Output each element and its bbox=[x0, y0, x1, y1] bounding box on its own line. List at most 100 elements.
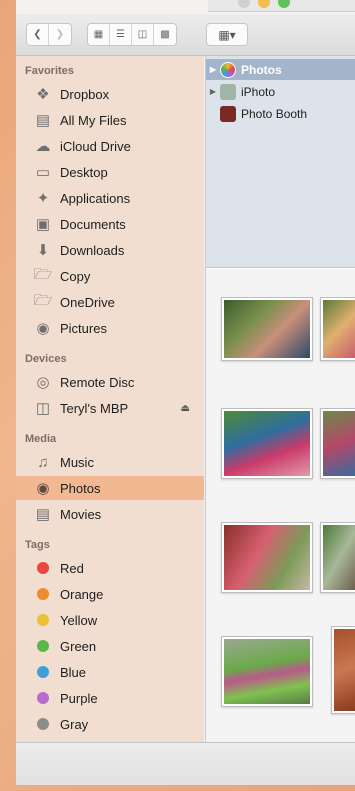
sidebar-item-label: Documents bbox=[60, 216, 126, 232]
browser-row-label: Photo Booth bbox=[241, 106, 308, 121]
list-view-icon[interactable]: ☰ bbox=[110, 24, 132, 45]
sidebar-item-label: Music bbox=[60, 454, 94, 470]
photo-thumbnail[interactable] bbox=[320, 522, 355, 593]
sidebar-item-label: Orange bbox=[60, 586, 104, 602]
sidebar-item-label: Pictures bbox=[60, 320, 107, 336]
browser-row-iphoto[interactable]: ▶ iPhoto bbox=[206, 81, 355, 102]
purple-tag-icon bbox=[37, 692, 49, 704]
photo-thumbnail[interactable] bbox=[331, 626, 355, 714]
sidebar-item-applications[interactable]: ✦ Applications bbox=[16, 186, 204, 210]
arrange-icon: ▦▾ bbox=[218, 27, 236, 42]
sidebar-item-label: Red bbox=[60, 560, 84, 576]
sidebar-item-desktop[interactable]: ▭ Desktop bbox=[16, 160, 204, 184]
content-pane: ▶ Photos ▶ iPhoto Photo Booth bbox=[205, 56, 355, 742]
background-window-titlebar bbox=[208, 0, 355, 12]
devices-header: Devices bbox=[25, 353, 67, 365]
blue-tag-icon bbox=[37, 666, 49, 678]
sidebar-item-photos[interactable]: ◉ Photos bbox=[16, 476, 204, 500]
sidebar-item-copy[interactable]: 🗁 Copy bbox=[16, 264, 204, 288]
back-button[interactable]: ❮ bbox=[27, 24, 49, 45]
sidebar-item-movies[interactable]: ▤ Movies bbox=[16, 502, 204, 526]
sidebar-item-label: Applications bbox=[60, 190, 131, 206]
applications-icon: ✦ bbox=[36, 190, 50, 207]
folder-icon: 🗁 bbox=[33, 291, 53, 309]
photo-thumbnail[interactable] bbox=[221, 522, 313, 593]
icon-view-icon[interactable]: ▦ bbox=[88, 24, 110, 45]
photo-thumbnail[interactable] bbox=[221, 636, 313, 707]
sidebar-item-label: Green bbox=[60, 638, 97, 654]
sidebar-item-label: All My Files bbox=[60, 112, 127, 128]
all-files-icon: ▤ bbox=[35, 112, 51, 129]
camera-icon: ◉ bbox=[36, 480, 50, 497]
arrange-button[interactable]: ▦▾ bbox=[206, 23, 248, 46]
browser-row-label: iPhoto bbox=[241, 84, 276, 99]
sidebar-item-dropbox[interactable]: ❖ Dropbox bbox=[16, 82, 204, 106]
photo-thumbnail[interactable] bbox=[320, 408, 355, 479]
sidebar-tag-gray[interactable]: Gray bbox=[16, 712, 204, 736]
gray-tag-icon bbox=[37, 718, 49, 730]
photo-thumbnail[interactable] bbox=[320, 297, 355, 361]
media-header: Media bbox=[25, 433, 57, 445]
desktop-icon: ▭ bbox=[35, 164, 51, 181]
browser-row-photo-booth[interactable]: Photo Booth bbox=[206, 103, 355, 124]
zoom-icon[interactable] bbox=[278, 0, 290, 8]
sidebar-item-label: Dropbox bbox=[60, 86, 110, 102]
cloud-icon: ☁ bbox=[35, 138, 51, 155]
minimize-icon[interactable] bbox=[258, 0, 270, 8]
photo-thumbnail[interactable] bbox=[221, 297, 313, 361]
toolbar: ❮ ❯ ▦ ☰ ◫ ▩ ▦▾ bbox=[16, 14, 355, 56]
photo-thumbnail[interactable] bbox=[221, 408, 313, 479]
sidebar-item-label: Movies bbox=[60, 506, 102, 522]
close-icon[interactable] bbox=[238, 0, 250, 8]
browser-row-label: Photos bbox=[241, 62, 282, 77]
tags-header: Tags bbox=[25, 539, 50, 551]
drive-icon: ◫ bbox=[35, 400, 51, 417]
status-bar bbox=[16, 742, 355, 785]
sidebar-item-icloud-drive[interactable]: ☁ iCloud Drive bbox=[16, 134, 204, 158]
sidebar-item-label: Gray bbox=[60, 716, 89, 732]
disclosure-triangle-icon[interactable]: ▶ bbox=[206, 87, 220, 96]
sidebar-item-label: OneDrive bbox=[60, 294, 115, 310]
browser-row-photos[interactable]: ▶ Photos bbox=[206, 59, 355, 80]
view-mode-buttons: ▦ ☰ ◫ ▩ bbox=[87, 23, 177, 46]
sidebar-tag-red[interactable]: Red bbox=[16, 556, 204, 580]
iphoto-icon bbox=[220, 83, 236, 100]
sidebar-item-terlys-mbp[interactable]: ◫ Teryl's MBP ⏏ bbox=[16, 396, 204, 420]
sidebar-item-label: Remote Disc bbox=[60, 374, 135, 390]
media-browser: ▶ Photos ▶ iPhoto Photo Booth bbox=[206, 56, 355, 268]
sidebar-item-documents[interactable]: ▣ Documents bbox=[16, 212, 204, 236]
sidebar-tag-blue[interactable]: Blue bbox=[16, 660, 204, 684]
sidebar-item-label: Yellow bbox=[60, 612, 98, 628]
music-icon: ♫ bbox=[37, 453, 49, 471]
sidebar-tag-purple[interactable]: Purple bbox=[16, 686, 204, 710]
favorites-header: Favorites bbox=[25, 65, 74, 77]
disc-icon: ◎ bbox=[36, 374, 50, 391]
coverflow-view-icon[interactable]: ▩ bbox=[154, 24, 176, 45]
camera-icon: ◉ bbox=[36, 320, 50, 337]
sidebar: Favorites ❖ Dropbox ▤ All My Files ☁ iCl… bbox=[16, 56, 204, 742]
forward-button[interactable]: ❯ bbox=[49, 24, 71, 45]
column-view-icon[interactable]: ◫ bbox=[132, 24, 154, 45]
red-tag-icon bbox=[37, 562, 49, 574]
sidebar-item-label: Blue bbox=[60, 664, 87, 680]
disclosure-triangle-icon[interactable]: ▶ bbox=[206, 65, 220, 74]
photos-app-icon bbox=[220, 61, 236, 78]
sidebar-tag-green[interactable]: Green bbox=[16, 634, 204, 658]
sidebar-item-remote-disc[interactable]: ◎ Remote Disc bbox=[16, 370, 204, 394]
nav-buttons: ❮ ❯ bbox=[26, 23, 72, 46]
sidebar-tag-orange[interactable]: Orange bbox=[16, 582, 204, 606]
photo-grid bbox=[206, 269, 355, 742]
sidebar-tag-yellow[interactable]: Yellow bbox=[16, 608, 204, 632]
sidebar-item-pictures[interactable]: ◉ Pictures bbox=[16, 316, 204, 340]
sidebar-item-label: iCloud Drive bbox=[60, 138, 131, 154]
sidebar-item-downloads[interactable]: ⬇ Downloads bbox=[16, 238, 204, 262]
documents-icon: ▣ bbox=[35, 216, 51, 233]
downloads-icon: ⬇ bbox=[36, 242, 50, 259]
sidebar-item-all-my-files[interactable]: ▤ All My Files bbox=[16, 108, 204, 132]
sidebar-item-label: Teryl's MBP bbox=[60, 400, 129, 416]
orange-tag-icon bbox=[37, 588, 49, 600]
sidebar-item-music[interactable]: ♫ Music bbox=[16, 450, 204, 474]
eject-icon[interactable]: ⏏ bbox=[181, 403, 190, 414]
folder-icon: 🗁 bbox=[33, 265, 53, 283]
sidebar-item-onedrive[interactable]: 🗁 OneDrive bbox=[16, 290, 204, 314]
